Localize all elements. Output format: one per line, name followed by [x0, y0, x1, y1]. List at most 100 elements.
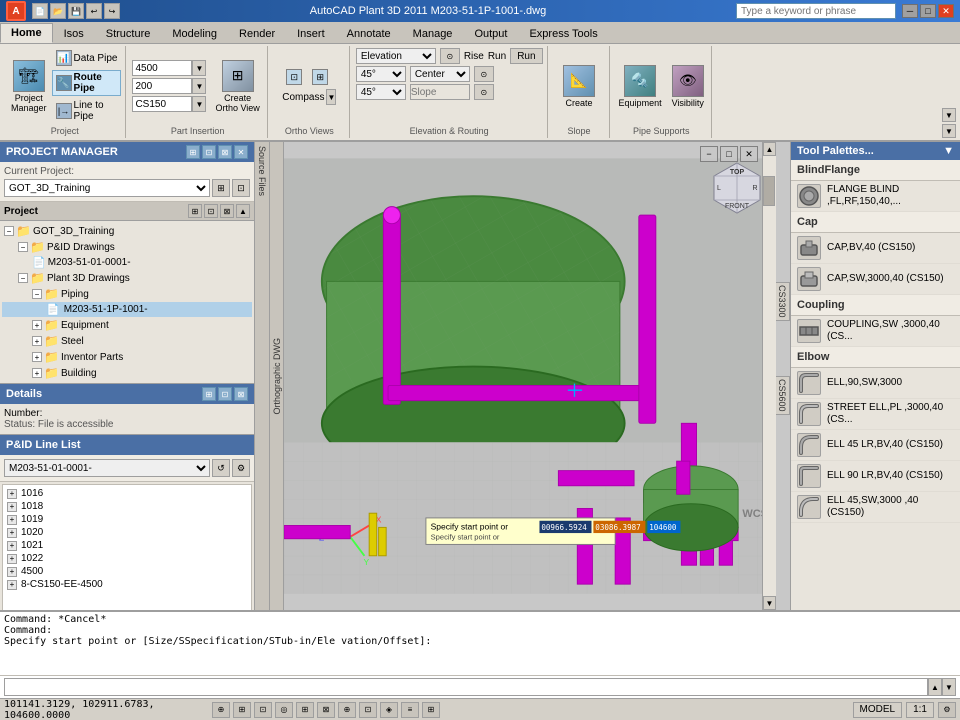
equipment-btn[interactable]: 🔩 Equipment — [616, 62, 665, 111]
expand-1022[interactable]: + — [7, 554, 17, 564]
elevation-icon-btn[interactable]: ⊙ — [440, 48, 460, 64]
center-select[interactable]: Center — [410, 66, 470, 82]
size-dropdown-btn[interactable]: ▼ — [192, 60, 206, 76]
pid-item-1021[interactable]: + 1021 — [5, 539, 249, 552]
pm-icon-3[interactable]: ⊠ — [218, 145, 232, 159]
new-btn[interactable]: 📄 — [32, 3, 48, 19]
tab-render[interactable]: Render — [228, 23, 286, 43]
palette-item-street-ell[interactable]: STREET ELL,PL ,3000,40 (CS... — [791, 399, 960, 430]
viewport-minimize-btn[interactable]: − — [700, 146, 718, 162]
toggle-steel[interactable]: + — [32, 336, 42, 346]
polar-icon[interactable]: ◎ — [275, 702, 293, 718]
pm-close-btn[interactable]: ✕ — [234, 145, 248, 159]
expand-1016[interactable]: + — [7, 489, 17, 499]
ortho-icon[interactable]: ⊡ — [254, 702, 272, 718]
details-icon-1[interactable]: ⊞ — [202, 387, 216, 401]
tree-item-pid-drawings[interactable]: − 📁 P&ID Drawings — [2, 239, 252, 255]
nav-cube[interactable]: TOP L R FRONT — [705, 158, 770, 223]
slope-input[interactable] — [410, 84, 470, 100]
project-icon-2[interactable]: ⊡ — [204, 204, 218, 218]
palette-item-cap-sw[interactable]: CAP,SW,3000,40 (CS150) — [791, 264, 960, 295]
tree-item-m203-3d[interactable]: 📄 M203-51-1P-1001- — [2, 302, 252, 317]
pid-item-4500[interactable]: + 4500 — [5, 565, 249, 578]
expand-1018[interactable]: + — [7, 502, 17, 512]
project-expand-btn[interactable]: ▲ — [236, 204, 250, 218]
minimize-btn[interactable]: ─ — [902, 4, 918, 18]
ribbon-expand-btn2[interactable]: ▼ — [942, 124, 956, 138]
snap-icon[interactable]: ⊕ — [212, 702, 230, 718]
settings-icon[interactable]: ⚙ — [938, 702, 956, 718]
angle1-select[interactable]: 45° — [356, 66, 406, 82]
palette-item-ell-45lr[interactable]: ELL 45 LR,BV,40 (CS150) — [791, 430, 960, 461]
pid-refresh-btn[interactable]: ↺ — [212, 459, 230, 477]
pm-icon-2[interactable]: ⊡ — [202, 145, 216, 159]
project-manager-btn[interactable]: 🏗 ProjectManager — [8, 57, 50, 116]
tree-item-inventor[interactable]: + 📁 Inventor Parts — [2, 349, 252, 365]
tree-item-got[interactable]: − 📁 GOT_3D_Training — [2, 223, 252, 239]
command-scroll-up[interactable]: ▲ — [928, 678, 942, 696]
expand-1020[interactable]: + — [7, 528, 17, 538]
viewport[interactable]: Orthographic DWG — [270, 142, 790, 610]
toggle-pid[interactable]: − — [18, 242, 28, 252]
tab-structure[interactable]: Structure — [95, 23, 162, 43]
route-pipe-btn[interactable]: 🔧 RoutePipe — [52, 70, 122, 96]
source-files-tab[interactable]: Source Files — [254, 142, 269, 610]
data-pipe-btn[interactable]: 📊 Data Pipe — [52, 48, 122, 68]
tree-item-piping[interactable]: − 📁 Piping — [2, 286, 252, 302]
details-icon-2[interactable]: ⊡ — [218, 387, 232, 401]
palette-item-ell-45sw[interactable]: ELL 45,SW,3000 ,40 (CS150) — [791, 492, 960, 523]
tab-insert[interactable]: Insert — [286, 23, 336, 43]
pm-dropdown-btn2[interactable]: ⊡ — [232, 179, 250, 197]
palette-item-ell-90sw[interactable]: ELL,90,SW,3000 — [791, 368, 960, 399]
scene-svg[interactable]: X Y Z Specify start point or Specify sta… — [284, 142, 776, 610]
expand-cs150[interactable]: + — [7, 580, 17, 590]
project-icon-1[interactable]: ⊞ — [188, 204, 202, 218]
run-btn[interactable]: Run — [510, 48, 542, 64]
pm-icon-1[interactable]: ⊞ — [186, 145, 200, 159]
expand-1019[interactable]: + — [7, 515, 17, 525]
model-btn[interactable]: MODEL — [853, 702, 903, 718]
viewport-close-btn[interactable]: ✕ — [740, 146, 758, 162]
visibility-btn[interactable]: 👁 Visibility — [669, 62, 707, 111]
tab-annotate[interactable]: Annotate — [336, 23, 402, 43]
size-input[interactable] — [132, 60, 192, 76]
pipe-size-dropdown-btn[interactable]: ▼ — [192, 78, 206, 94]
toggle-piping[interactable]: − — [32, 289, 42, 299]
toggle-inventor[interactable]: + — [32, 352, 42, 362]
tab-home[interactable]: Home — [0, 23, 53, 43]
create-ortho-view-btn[interactable]: ⊞ CreateOrtho View — [212, 57, 262, 116]
command-input[interactable] — [4, 678, 928, 696]
palette-item-flange-blind[interactable]: FLANGE BLIND ,FL,RF,150,40,... — [791, 181, 960, 212]
pm-dropdown-btn1[interactable]: ⊞ — [212, 179, 230, 197]
maximize-btn[interactable]: □ — [920, 4, 936, 18]
expand-4500[interactable]: + — [7, 567, 17, 577]
tab-manage[interactable]: Manage — [402, 23, 464, 43]
tab-output[interactable]: Output — [463, 23, 518, 43]
scale-btn[interactable]: 1:1 — [906, 702, 934, 718]
qp-icon[interactable]: ⊞ — [422, 702, 440, 718]
tree-item-building[interactable]: + 📁 Building — [2, 365, 252, 381]
ortho-view-1-btn[interactable]: ⊡ — [282, 67, 306, 87]
tree-item-m203-pid[interactable]: 📄 M203-51-01-0001- — [2, 255, 252, 270]
grid-icon[interactable]: ⊞ — [233, 702, 251, 718]
tree-item-plant3d[interactable]: − 📁 Plant 3D Drawings — [2, 270, 252, 286]
compass-dropdown-btn[interactable]: ▼ — [326, 89, 336, 105]
osnap-icon[interactable]: ⊞ — [296, 702, 314, 718]
close-btn[interactable]: ✕ — [938, 4, 954, 18]
slope-icon-btn[interactable]: ⊙ — [474, 84, 494, 100]
toggle-equipment[interactable]: + — [32, 320, 42, 330]
save-btn[interactable]: 💾 — [68, 3, 84, 19]
dyn-icon[interactable]: ◈ — [380, 702, 398, 718]
tab-modeling[interactable]: Modeling — [161, 23, 228, 43]
ducs-icon[interactable]: ⊡ — [359, 702, 377, 718]
pid-settings-btn[interactable]: ⚙ — [232, 459, 250, 477]
line-to-pipe-btn[interactable]: |→ Line toPipe — [52, 98, 122, 124]
otrack-icon[interactable]: ⊠ — [317, 702, 335, 718]
lw-icon[interactable]: ≡ — [401, 702, 419, 718]
pid-item-1016[interactable]: + 1016 — [5, 487, 249, 500]
tab-isos[interactable]: Isos — [53, 23, 95, 43]
ribbon-expand-btn[interactable]: ▼ — [942, 108, 956, 122]
quick-access-toolbar[interactable]: 📄 📂 💾 ↩ ↪ — [32, 3, 120, 19]
project-icon-3[interactable]: ⊠ — [220, 204, 234, 218]
elevation-select[interactable]: Elevation — [356, 48, 436, 64]
